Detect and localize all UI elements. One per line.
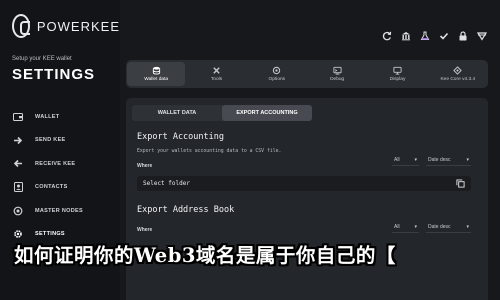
status-icons: [381, 30, 488, 42]
tab-kee-core[interactable]: Kee Core v4.3.4: [429, 62, 487, 86]
tab-label: Kee Core v4.3.4: [440, 77, 476, 82]
receive-icon: [12, 158, 24, 170]
display-icon: [393, 66, 402, 75]
chevron-down-icon: ▾: [466, 157, 469, 163]
settings-tabbar: Wallet data Tools Options Debug Display …: [126, 60, 488, 88]
export-accounting-filter-select[interactable]: All ▾: [392, 155, 419, 166]
powerkee-logo-icon: [12, 14, 30, 38]
export-accounting-where-label: Where: [137, 163, 153, 169]
settings-panel: WALLET DATA EXPORT ACCOUNTING Export Acc…: [126, 98, 488, 300]
export-address-book-title: Export Address Book: [137, 205, 235, 215]
flask-icon[interactable]: [419, 30, 431, 42]
lock-icon[interactable]: [457, 30, 469, 42]
sidebar-item-send-kee[interactable]: SEND KEE: [12, 129, 120, 153]
tab-wallet-data[interactable]: Wallet data: [127, 62, 186, 86]
chevron-down-icon: ▾: [414, 157, 417, 163]
overlay-caption: 如何证明你的Web3域名是属于你自己的【: [14, 244, 396, 267]
sidebar-item-label: MASTER NODES: [35, 207, 83, 214]
sidebar-nav: WALLET SEND KEE RECEIVE KEE CONTACTS MAS…: [12, 105, 120, 246]
debug-icon: [333, 66, 342, 75]
tab-label: Options: [268, 77, 286, 82]
master-nodes-icon: [12, 205, 24, 217]
sync-icon[interactable]: [381, 30, 393, 42]
export-accounting-folder-field[interactable]: Select folder: [137, 176, 471, 191]
tab-label: Wallet data: [144, 77, 169, 82]
core-icon: [453, 66, 463, 75]
export-address-book-sort-select[interactable]: Date desc ▾: [426, 222, 471, 233]
wallet-icon: [12, 111, 24, 123]
subtab-wallet-data[interactable]: WALLET DATA: [132, 105, 222, 121]
tab-tools[interactable]: Tools: [187, 62, 245, 86]
chevron-down-icon: ▾: [466, 224, 469, 230]
select-value: All: [394, 157, 400, 163]
brand: POWERKEE: [12, 14, 120, 38]
check-icon[interactable]: [438, 30, 450, 42]
sidebar-item-receive-kee[interactable]: RECEIVE KEE: [12, 152, 120, 176]
select-value: All: [394, 224, 400, 230]
folder-placeholder: Select folder: [143, 180, 190, 187]
tab-label: Tools: [210, 77, 223, 82]
staking-icon[interactable]: [476, 30, 488, 42]
tab-options[interactable]: Options: [248, 62, 306, 86]
select-value: Date desc: [428, 157, 451, 163]
contacts-icon: [12, 181, 24, 193]
subtab-bar: WALLET DATA EXPORT ACCOUNTING: [132, 105, 312, 121]
export-accounting-sort-select[interactable]: Date desc ▾: [426, 155, 471, 166]
sidebar-item-label: WALLET: [35, 113, 60, 120]
sidebar-item-wallet[interactable]: WALLET: [12, 105, 120, 129]
export-accounting-description: Export your wallets accounting data to a…: [137, 149, 282, 154]
tab-label: Display: [389, 77, 406, 82]
export-address-book-filter-select[interactable]: All ▾: [392, 222, 419, 233]
tab-display[interactable]: Display: [368, 62, 426, 86]
sidebar-item-label: SEND KEE: [35, 137, 66, 144]
sidebar-item-label: RECEIVE KEE: [35, 160, 76, 167]
chevron-down-icon: ▾: [414, 224, 417, 230]
select-value: Date desc: [428, 224, 451, 230]
tab-debug[interactable]: Debug: [308, 62, 366, 86]
options-icon: [273, 66, 281, 75]
bank-icon[interactable]: [400, 30, 412, 42]
sidebar-title: SETTINGS: [12, 66, 96, 83]
sidebar-subtitle: Setup your KEE wallet: [12, 56, 72, 62]
send-icon: [12, 134, 24, 146]
subtab-export-accounting[interactable]: EXPORT ACCOUNTING: [222, 105, 312, 121]
sidebar-item-label: SETTINGS: [35, 231, 65, 238]
sidebar-item-label: CONTACTS: [35, 184, 68, 191]
database-icon: [152, 66, 160, 75]
tools-icon: [213, 67, 220, 74]
export-address-book-where-label: Where: [137, 227, 153, 233]
export-accounting-title: Export Accounting: [137, 132, 224, 142]
sidebar-item-master-nodes[interactable]: MASTER NODES: [12, 199, 120, 223]
brand-name: POWERKEE: [36, 18, 120, 34]
sidebar-item-contacts[interactable]: CONTACTS: [12, 176, 120, 200]
copy-icon[interactable]: [456, 179, 465, 188]
tab-label: Debug: [330, 77, 345, 82]
